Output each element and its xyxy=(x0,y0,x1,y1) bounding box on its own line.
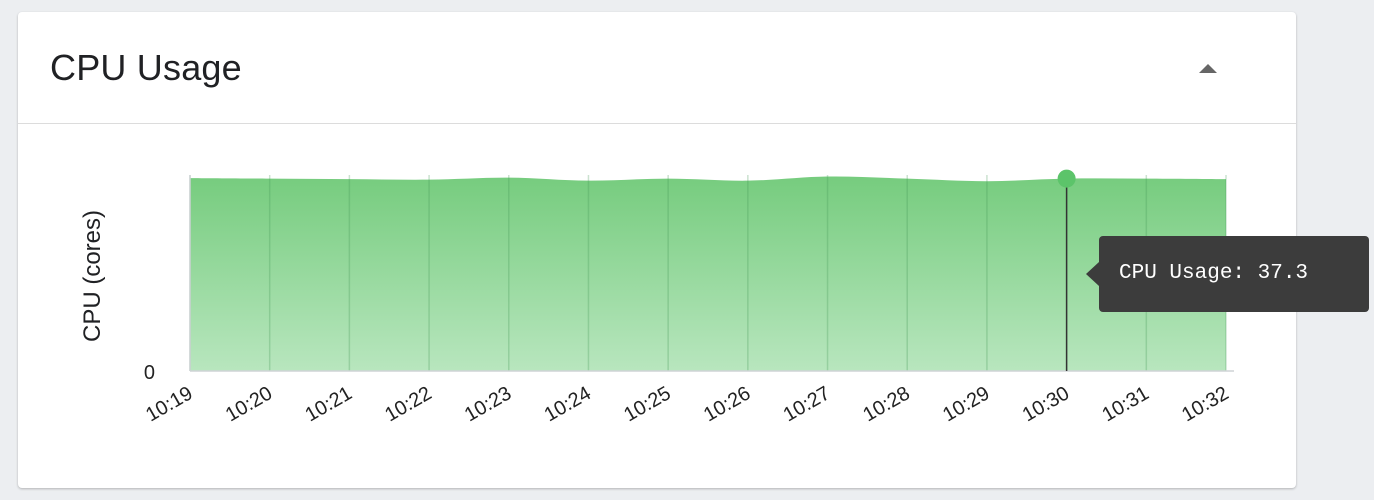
x-tick-label: 10:23 xyxy=(461,382,515,426)
data-point[interactable] xyxy=(665,176,671,182)
x-tick-label: 10:22 xyxy=(381,382,435,426)
data-point[interactable] xyxy=(825,174,831,180)
x-tick-label: 10:29 xyxy=(939,382,993,426)
data-point[interactable] xyxy=(426,177,432,183)
x-tick-label: 10:30 xyxy=(1019,382,1073,426)
x-tick-label: 10:25 xyxy=(620,382,674,426)
y-axis-label: CPU (cores) xyxy=(79,210,106,342)
x-tick-label: 10:27 xyxy=(780,382,834,426)
x-tick-label: 10:26 xyxy=(700,382,754,426)
data-point[interactable] xyxy=(346,176,352,182)
data-point[interactable] xyxy=(585,178,591,184)
highlighted-point[interactable] xyxy=(1057,169,1076,188)
data-point[interactable] xyxy=(745,178,751,184)
y-tick-label: 0 xyxy=(144,362,155,384)
data-point[interactable] xyxy=(506,175,512,181)
data-point[interactable] xyxy=(1223,176,1229,182)
x-tick-label: 10:21 xyxy=(302,382,356,426)
tooltip-text: CPU Usage: 37.3 xyxy=(1119,262,1309,285)
data-point[interactable] xyxy=(984,178,990,184)
data-point[interactable] xyxy=(1143,176,1149,182)
x-tick-label: 10:31 xyxy=(1098,382,1152,426)
x-tick-label: 10:24 xyxy=(541,382,595,426)
data-point[interactable] xyxy=(267,176,273,182)
x-tick-label: 10:28 xyxy=(859,382,913,426)
x-tick-label: 10:20 xyxy=(222,382,276,426)
x-tick-label: 10:32 xyxy=(1178,382,1232,426)
chart-tooltip: CPU Usage: 37.3 xyxy=(1099,236,1369,312)
x-tick-label: 10:19 xyxy=(142,382,196,426)
tooltip-arrow xyxy=(1086,262,1099,286)
cpu-usage-area xyxy=(190,176,1226,371)
data-point[interactable] xyxy=(904,176,910,182)
